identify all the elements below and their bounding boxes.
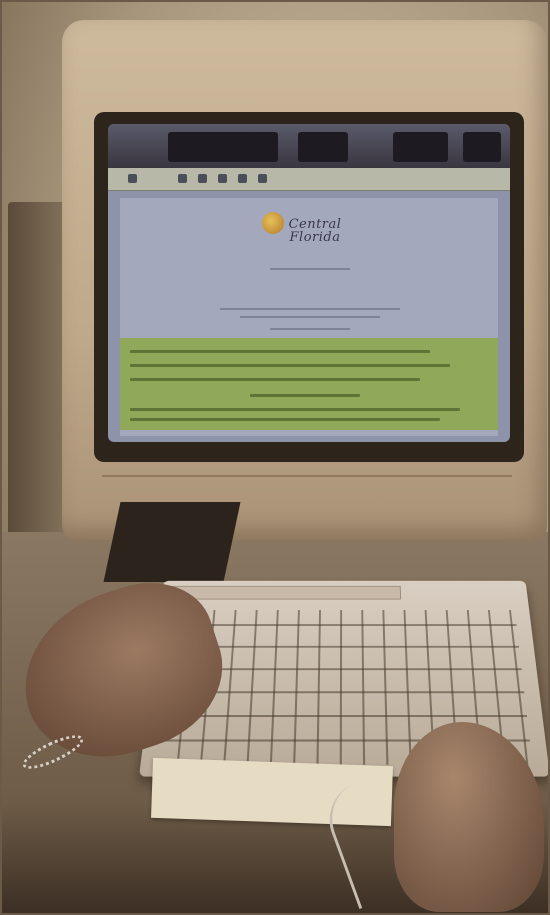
window-thumbnail — [463, 132, 501, 162]
forward-icon — [178, 174, 187, 183]
panel-text-line — [130, 378, 420, 381]
site-logo-text: Central Florida — [288, 217, 342, 245]
stop-icon — [198, 174, 207, 183]
panel-text-line — [130, 350, 430, 353]
green-content-panel — [120, 338, 498, 430]
window-thumbnail — [393, 132, 448, 162]
panel-text-line — [250, 394, 360, 397]
page-text-line — [240, 316, 380, 318]
panel-text-line — [130, 418, 440, 421]
page-text-line — [220, 308, 400, 310]
crt-monitor: Central Florida — [62, 20, 547, 540]
refresh-icon — [218, 174, 227, 183]
browser-toolbar — [108, 168, 510, 191]
logo-underline — [270, 268, 350, 270]
keyboard-label-strip — [170, 585, 402, 600]
home-icon — [238, 174, 247, 183]
web-page: Central Florida — [120, 198, 498, 436]
window-thumbnail — [298, 132, 348, 162]
monitor-screen: Central Florida — [108, 124, 510, 442]
page-text-line — [270, 328, 350, 330]
search-icon — [258, 174, 267, 183]
monitor-bezel: Central Florida — [94, 112, 524, 462]
window-thumbnail — [168, 132, 278, 162]
browser-window-strip — [108, 124, 510, 168]
monitor-stand — [103, 502, 241, 582]
photograph: Central Florida — [0, 0, 550, 915]
panel-text-line — [130, 364, 450, 367]
back-icon — [128, 174, 137, 183]
panel-text-line — [130, 408, 460, 411]
